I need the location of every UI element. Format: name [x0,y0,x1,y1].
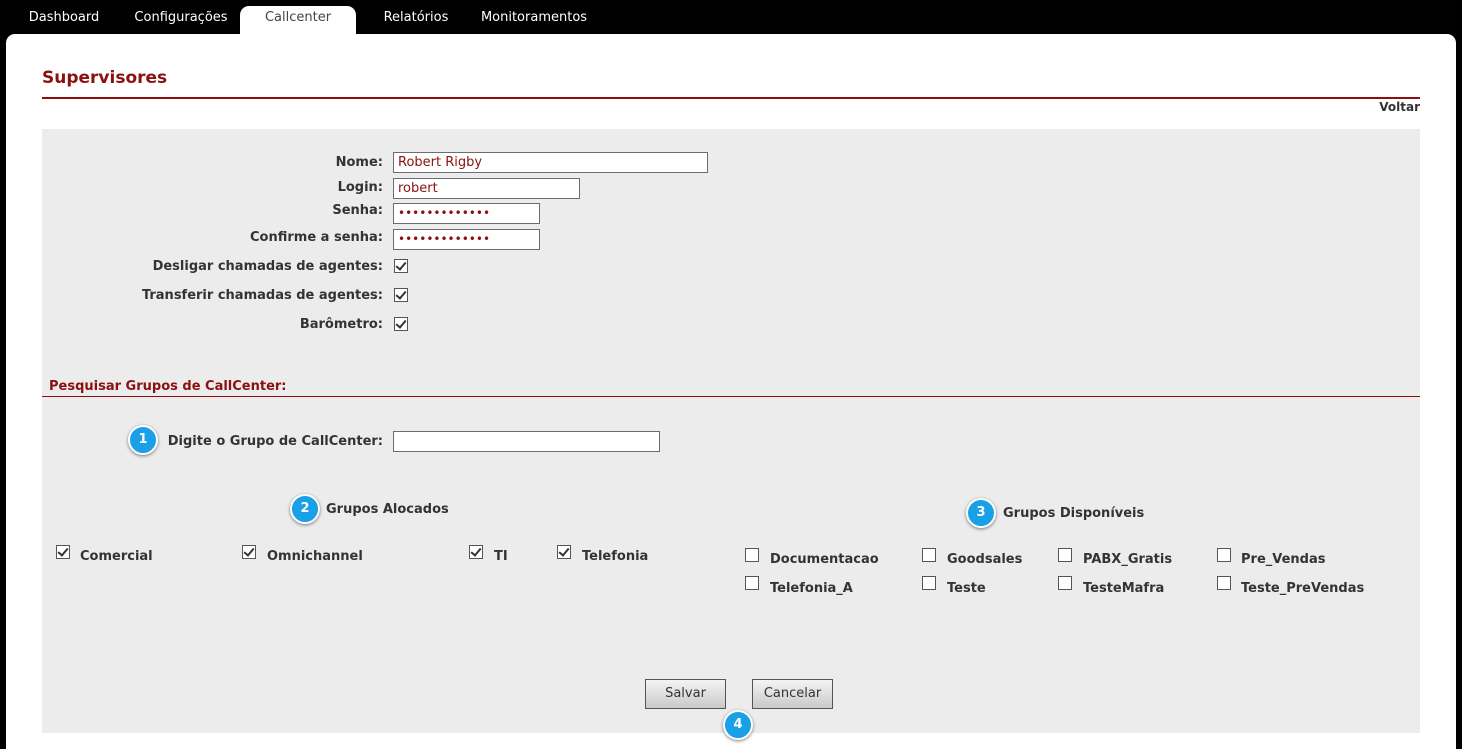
available-checkbox-pre-vendas[interactable] [1217,548,1231,562]
page-title: Supervisores [42,68,168,88]
available-label-telefonia-a: Telefonia_A [770,581,853,596]
nome-label: Nome: [335,155,383,170]
nome-input[interactable]: Robert Rigby [393,152,708,173]
login-label: Login: [337,180,383,195]
allocated-checkbox-ti[interactable] [469,545,483,559]
allocated-groups-title: Grupos Alocados [326,502,449,517]
senha-input[interactable]: ••••••••••••• [393,203,540,224]
tab-relatorios[interactable]: Relatórios [374,0,458,34]
step-badge-1: 1 [128,425,158,455]
search-group-label: Digite o Grupo de CallCenter: [167,434,383,449]
barometro-label: Barômetro: [299,317,383,332]
top-nav: Dashboard Configurações Callcenter Relat… [0,0,1462,36]
search-group-input[interactable] [393,431,660,452]
tab-monitoramentos[interactable]: Monitoramentos [474,0,594,34]
available-groups-title: Grupos Disponíveis [1003,506,1145,521]
allocated-checkbox-telefonia[interactable] [557,545,571,559]
allocated-label-omnichannel: Omnichannel [267,549,363,564]
available-checkbox-testemafra[interactable] [1058,576,1072,590]
transferir-checkbox[interactable] [394,288,408,302]
allocated-checkbox-omnichannel[interactable] [242,545,256,559]
allocated-label-telefonia: Telefonia [582,549,649,564]
desligar-checkbox[interactable] [394,259,408,273]
confirm-password-label: Confirme a senha: [250,230,383,245]
login-input[interactable]: robert [393,178,580,199]
available-checkbox-teste[interactable] [922,576,936,590]
tab-dashboard[interactable]: Dashboard [18,0,110,34]
available-label-pre-vendas: Pre_Vendas [1241,552,1326,567]
transferir-label: Transferir chamadas de agentes: [141,288,383,303]
available-label-pabx-gratis: PABX_Gratis [1083,552,1173,567]
allocated-label-comercial: Comercial [80,549,153,564]
available-label-teste: Teste [947,581,986,596]
tab-configuracoes[interactable]: Configurações [128,0,234,34]
title-divider [42,97,1420,99]
available-checkbox-telefonia-a[interactable] [745,576,759,590]
available-label-goodsales: Goodsales [947,552,1023,567]
step-badge-4: 4 [723,710,753,740]
allocated-label-ti: TI [494,549,508,564]
available-checkbox-goodsales[interactable] [922,548,936,562]
step-badge-2: 2 [290,494,320,524]
back-link[interactable]: Voltar [1379,100,1420,114]
desligar-label: Desligar chamadas de agentes: [152,259,383,274]
available-checkbox-documentacao[interactable] [745,548,759,562]
available-checkbox-teste-prevendas[interactable] [1217,576,1231,590]
barometro-checkbox[interactable] [394,317,408,331]
confirm-password-input[interactable]: ••••••••••••• [393,229,540,250]
allocated-checkbox-comercial[interactable] [56,545,70,559]
available-label-testemafra: TesteMafra [1083,581,1165,596]
search-section-title: Pesquisar Grupos de CallCenter: [49,379,287,394]
cancel-button[interactable]: Cancelar [752,679,833,709]
section-divider [42,396,1420,397]
save-button[interactable]: Salvar [645,679,726,709]
available-label-teste-prevendas: Teste_PreVendas [1241,581,1365,596]
form-area [42,129,1420,733]
available-label-documentacao: Documentacao [770,552,879,567]
step-badge-3: 3 [966,498,996,528]
senha-label: Senha: [332,203,383,218]
tab-callcenter[interactable]: Callcenter [240,6,356,36]
available-checkbox-pabx-gratis[interactable] [1058,548,1072,562]
